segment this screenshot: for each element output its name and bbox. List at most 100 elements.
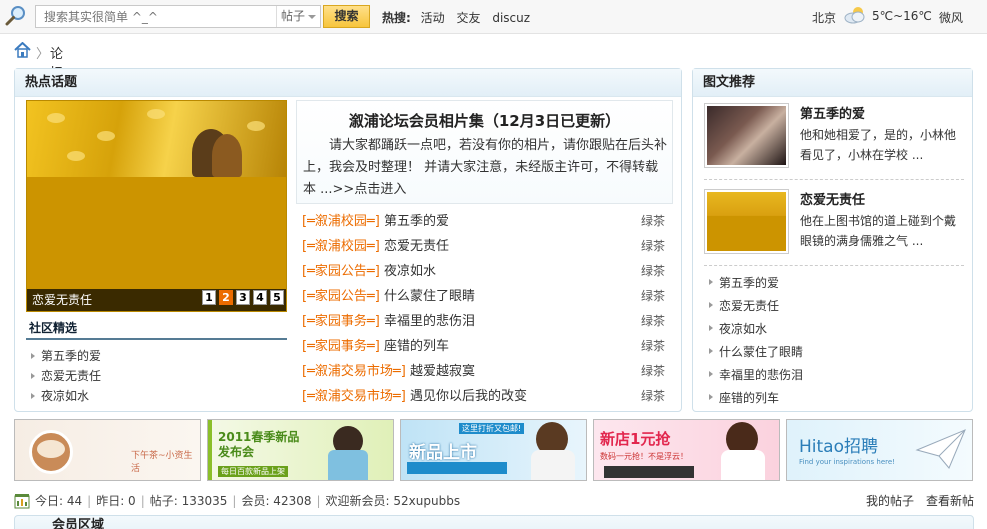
pic-description: 他和她相爱了，是的，小林他看见了，小林在学校 ... (800, 128, 957, 162)
selected-title: 社区精选 (26, 319, 287, 340)
weather-temp: 5℃~16℃ (872, 9, 932, 23)
slide-page-button[interactable]: 5 (270, 290, 284, 305)
topic-title[interactable]: 座错的列车 (384, 339, 449, 354)
search-button[interactable]: 搜索 (323, 5, 370, 28)
topic-row: [═家园公告═] 什么蒙住了眼睛 绿茶 (302, 284, 677, 309)
list-item[interactable]: 恋爱无责任 (705, 295, 965, 318)
ad-banner[interactable]: 新店1元抢 数码一元抢！不是浮云！ (593, 419, 780, 481)
forum-stats: 今日: 44 | 昨日: 0 | 帖子: 133035 | 会员: 42308 | 欢迎新会员:… (14, 492, 974, 510)
topic-author[interactable]: 绿茶 (641, 309, 665, 334)
featured-title[interactable]: 溆浦论坛会员相片集（12月3日已更新） (297, 110, 672, 131)
search-input[interactable] (36, 6, 276, 27)
topic-author[interactable]: 绿茶 (641, 234, 665, 259)
topic-category[interactable]: [═溆浦交易市场═] (302, 364, 406, 379)
featured-more-link[interactable]: >>点击进入 (333, 182, 407, 197)
my-posts-link[interactable]: 我的帖子 (866, 494, 914, 508)
topic-list: [═溆浦校园═] 第五季的爱 绿茶 [═溆浦校园═] 恋爱无责任 绿茶 [═家园公告… (302, 209, 677, 409)
slide-image[interactable] (27, 101, 286, 177)
topic-title[interactable]: 夜凉如水 (384, 264, 436, 279)
member-area-title: 会员区域 (52, 518, 105, 529)
topic-row: [═家园事务═] 座错的列车 绿茶 (302, 334, 677, 359)
hot-topics-title: 热点话题 (15, 69, 681, 97)
topic-category[interactable]: [═家园公告═] (302, 289, 380, 304)
slide-page-button-active[interactable]: 2 (219, 290, 233, 305)
ad-banner[interactable]: Hitao招聘 Find your inspirations here! (786, 419, 973, 481)
topic-author[interactable]: 绿茶 (641, 384, 665, 409)
pic-title[interactable]: 恋爱无责任 (800, 189, 865, 208)
slide-page-button[interactable]: 3 (236, 290, 250, 305)
pic-thumbnail[interactable] (704, 189, 789, 254)
breadcrumb-separator: 〉 (36, 47, 50, 62)
topic-category[interactable]: [═溆浦校园═] (302, 239, 380, 254)
pic-title[interactable]: 第五季的爱 (800, 103, 865, 122)
topic-author[interactable]: 绿茶 (641, 209, 665, 234)
topic-title[interactable]: 幸福里的悲伤泪 (384, 314, 475, 329)
list-item[interactable]: 夜凉如水 (27, 386, 287, 406)
topic-author[interactable]: 绿茶 (641, 359, 665, 384)
topic-title[interactable]: 什么蒙住了眼睛 (384, 289, 475, 304)
new-posts-link[interactable]: 查看新帖 (926, 494, 974, 508)
ad-banner[interactable]: 这里打折又包邮! 新品上市 (400, 419, 587, 481)
featured-description: 请大家都踊跃一点吧，若没有你的相片，请你跟贴在后头补上，我会及时整理！ 并请大家… (303, 135, 667, 201)
topic-row: [═溆浦交易市场═] 越爱越寂寞 绿茶 (302, 359, 677, 384)
cloud-sun-icon (844, 7, 865, 24)
magnifier-icon[interactable] (5, 5, 27, 27)
topic-author[interactable]: 绿茶 (641, 334, 665, 359)
banner-text: 2011春季新品发布会 (218, 430, 300, 459)
topic-title[interactable]: 恋爱无责任 (384, 239, 449, 254)
hot-topics-panel: 热点话题 恋爱无责任 12345 社区精选 第五季的爱 恋爱无责任 夜凉如水 溆… (14, 68, 682, 412)
stats-text: 今日: 44 | 昨日: 0 | 帖子: 133035 | 会员: 42308 | 欢迎新会员:… (35, 494, 461, 508)
member-area-panel: 会员区域 (14, 515, 974, 529)
topic-category[interactable]: [═家园事务═] (302, 339, 380, 354)
stat-yesterday: 昨日: 0 (96, 494, 136, 508)
ad-banner[interactable]: 2011春季新品发布会 每日百款新品上架 (207, 419, 394, 481)
list-item[interactable]: 夜凉如水 (705, 318, 965, 341)
hot-search-label: 热搜: (382, 11, 411, 25)
stat-members: 会员: 42308 (241, 494, 312, 508)
topic-title[interactable]: 第五季的爱 (384, 214, 449, 229)
search-type-select[interactable]: 帖子 (276, 6, 321, 27)
hot-word-link[interactable]: 活动 (421, 11, 445, 25)
topic-title[interactable]: 遇见你以后我的改变 (410, 389, 527, 404)
slideshow[interactable]: 恋爱无责任 12345 (26, 100, 287, 312)
list-item[interactable]: 幸福里的悲伤泪 (705, 364, 965, 387)
pic-description: 他在上图书馆的道上碰到个戴眼镜的满身儒雅之气 ... (800, 214, 957, 248)
chevron-down-icon (308, 15, 316, 19)
topic-row: [═溆浦校园═] 恋爱无责任 绿茶 (302, 234, 677, 259)
topic-category[interactable]: [═家园事务═] (302, 314, 380, 329)
topic-row: [═溆浦校园═] 第五季的爱 绿茶 (302, 209, 677, 234)
slide-caption[interactable]: 恋爱无责任 (32, 293, 92, 307)
topic-row: [═家园事务═] 幸福里的悲伤泪 绿茶 (302, 309, 677, 334)
hot-search: 热搜: 活动 交友 discuz (382, 9, 538, 26)
search-box: 帖子 (35, 5, 321, 28)
selected-list: 第五季的爱 恋爱无责任 夜凉如水 (27, 346, 287, 406)
slide-pager: 12345 (199, 286, 284, 308)
stat-new-member[interactable]: 欢迎新会员: 52xupubbs (326, 494, 461, 508)
list-item[interactable]: 座错的列车 (705, 387, 965, 410)
pic-thumbnail[interactable] (704, 103, 789, 168)
hot-word-link[interactable]: discuz (492, 11, 530, 25)
list-item[interactable]: 恋爱无责任 (27, 366, 287, 386)
ad-banner[interactable]: 下午茶~小资生活 (14, 419, 201, 481)
topic-category[interactable]: [═家园公告═] (302, 264, 380, 279)
topic-author[interactable]: 绿茶 (641, 284, 665, 309)
banner-subtext: 每日百款新品上架 (218, 466, 288, 477)
slide-page-button[interactable]: 1 (202, 290, 216, 305)
topic-title[interactable]: 越爱越寂寞 (410, 364, 475, 379)
banner-subtext: 数码一元抢！不是浮云！ (600, 452, 688, 461)
pic-list: 第五季的爱 恋爱无责任 夜凉如水 什么蒙住了眼睛 幸福里的悲伤泪 座错的列车 (705, 272, 965, 410)
banner-text: Hitao招聘 (799, 437, 878, 457)
list-item[interactable]: 第五季的爱 (705, 272, 965, 295)
list-item[interactable]: 什么蒙住了眼睛 (705, 341, 965, 364)
topic-category[interactable]: [═溆浦交易市场═] (302, 389, 406, 404)
weather-city: 北京 (812, 11, 837, 25)
topic-category[interactable]: [═溆浦校园═] (302, 214, 380, 229)
hot-word-link[interactable]: 交友 (456, 11, 480, 25)
topic-author[interactable]: 绿茶 (641, 259, 665, 284)
banner-text: 下午茶~小资生活 (131, 451, 193, 474)
list-item[interactable]: 第五季的爱 (27, 346, 287, 366)
divider (704, 179, 964, 180)
weather-wind: 微风 (939, 11, 964, 25)
slide-page-button[interactable]: 4 (253, 290, 267, 305)
home-icon[interactable] (14, 42, 31, 58)
